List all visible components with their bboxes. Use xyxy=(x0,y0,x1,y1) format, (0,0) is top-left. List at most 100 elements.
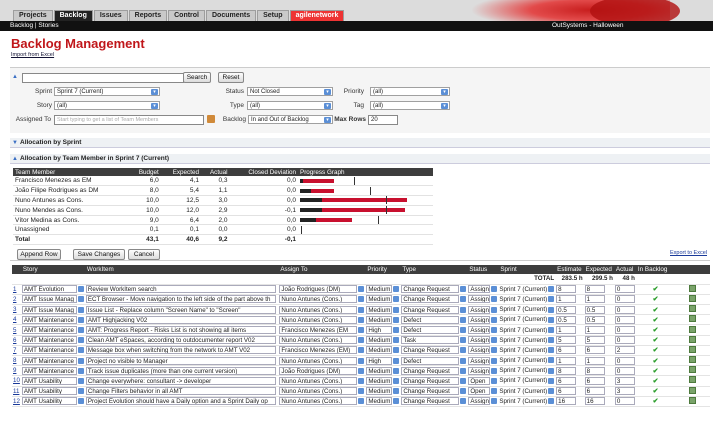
details-icon[interactable] xyxy=(689,376,697,384)
chevron-down-icon[interactable] xyxy=(460,347,467,354)
chevron-down-icon[interactable] xyxy=(491,398,498,405)
type-select[interactable]: Defect xyxy=(401,356,460,365)
priority-select[interactable]: High xyxy=(366,326,393,335)
assignee-select[interactable]: Nuno Antunes (Cons.) xyxy=(279,356,358,365)
status-select[interactable]: Assigned xyxy=(468,346,491,355)
assignee-select[interactable]: Nuno Antunes (Cons.) xyxy=(279,387,358,396)
actual-input[interactable]: 0 xyxy=(614,397,635,406)
story-select[interactable]: AMT Issue Manag xyxy=(21,295,77,304)
priority-select[interactable]: Medium xyxy=(366,376,393,385)
workitem-title-input[interactable]: Issue List - Replace column "Screen Name… xyxy=(85,305,276,314)
priority-select[interactable]: Medium xyxy=(366,366,393,375)
estimate-input[interactable]: 5 xyxy=(556,336,577,345)
actual-input[interactable]: 0 xyxy=(614,336,635,345)
type-select[interactable]: Change Request xyxy=(401,387,460,396)
search-input[interactable] xyxy=(22,73,184,83)
workitem-title-input[interactable]: ECT Browser - Move navigation to the lef… xyxy=(85,295,276,304)
priority-select[interactable]: Medium xyxy=(366,336,393,345)
priority-select[interactable]: Medium xyxy=(366,346,393,355)
search-button[interactable]: Search xyxy=(183,72,211,83)
chevron-down-icon[interactable] xyxy=(77,296,84,303)
details-icon[interactable] xyxy=(689,366,697,374)
actual-input[interactable]: 0 xyxy=(614,366,635,375)
chevron-down-icon[interactable] xyxy=(358,316,365,323)
expected-input[interactable]: 1 xyxy=(584,356,605,365)
chevron-down-icon[interactable] xyxy=(358,377,365,384)
details-icon[interactable] xyxy=(689,305,697,313)
chevron-down-icon[interactable] xyxy=(393,316,400,323)
chevron-down-icon[interactable] xyxy=(393,357,400,364)
workitem-title-input[interactable]: Clean AMT eSpaces, according to outdocum… xyxy=(85,336,276,345)
chevron-down-icon[interactable] xyxy=(77,388,84,395)
actual-input[interactable]: 3 xyxy=(614,376,635,385)
estimate-input[interactable]: 8 xyxy=(556,366,577,375)
check-icon[interactable]: ✔ xyxy=(653,378,659,385)
assignee-select[interactable]: Nuno Antunes (Cons.) xyxy=(279,376,358,385)
save-changes-button[interactable]: Save Changes xyxy=(73,249,125,260)
status-select[interactable]: Assigned xyxy=(468,305,491,314)
row-number[interactable]: 2 xyxy=(12,294,21,306)
type-select[interactable]: Change Request xyxy=(401,305,460,314)
details-icon[interactable] xyxy=(689,356,697,364)
row-number[interactable]: 7 xyxy=(12,345,21,357)
details-icon[interactable] xyxy=(689,294,697,302)
status-select[interactable]: Assigned xyxy=(468,397,491,406)
details-icon[interactable] xyxy=(689,315,697,323)
tab-setup[interactable]: Setup xyxy=(257,10,289,21)
story-select[interactable]: AMT Maintenance xyxy=(21,346,77,355)
chevron-down-icon[interactable] xyxy=(358,327,365,334)
check-icon[interactable]: ✔ xyxy=(653,307,659,314)
section-allocation-by-member[interactable]: ▲ Allocation by Team Member in Sprint 7 (… xyxy=(10,154,710,164)
chevron-down-icon[interactable] xyxy=(491,327,498,334)
sprint-select[interactable]: Sprint 7 (Current) ▾ xyxy=(54,87,160,96)
chevron-down-icon[interactable] xyxy=(358,367,365,374)
chevron-down-icon[interactable] xyxy=(358,296,365,303)
actual-input[interactable]: 0 xyxy=(614,356,635,365)
expected-input[interactable]: 1 xyxy=(584,295,605,304)
type-select[interactable]: Change Request xyxy=(401,346,460,355)
check-icon[interactable]: ✔ xyxy=(653,368,659,375)
status-select[interactable]: Open xyxy=(468,387,491,396)
chevron-down-icon[interactable] xyxy=(358,347,365,354)
chevron-down-icon[interactable] xyxy=(358,398,365,405)
check-icon[interactable]: ✔ xyxy=(653,388,659,395)
check-icon[interactable]: ✔ xyxy=(653,398,659,405)
estimate-input[interactable]: 6 xyxy=(556,387,577,396)
estimate-input[interactable]: 8 xyxy=(556,285,577,294)
story-select[interactable]: AMT Maintenance xyxy=(21,336,77,345)
chevron-down-icon[interactable] xyxy=(491,367,498,374)
row-number[interactable]: 5 xyxy=(12,324,21,336)
chevron-down-icon[interactable] xyxy=(548,316,555,323)
row-number[interactable]: 8 xyxy=(12,355,21,367)
type-select[interactable]: (all) ▾ xyxy=(247,101,333,110)
chevron-down-icon[interactable] xyxy=(358,337,365,344)
cancel-button[interactable]: Cancel xyxy=(128,249,160,260)
estimate-input[interactable]: 0.5 xyxy=(556,305,577,314)
expected-input[interactable]: 0.5 xyxy=(584,315,605,324)
chevron-down-icon[interactable] xyxy=(358,357,365,364)
chevron-down-icon[interactable] xyxy=(77,337,84,344)
status-select[interactable]: Assigned xyxy=(468,366,491,375)
story-select[interactable]: AMT Maintenance xyxy=(21,356,77,365)
team-lookup-icon[interactable] xyxy=(207,115,215,123)
priority-select[interactable]: High xyxy=(366,356,393,365)
chevron-down-icon[interactable] xyxy=(77,327,84,334)
check-icon[interactable]: ✔ xyxy=(653,286,659,293)
assignee-select[interactable]: Nuno Antunes (Cons.) xyxy=(279,315,358,324)
chevron-down-icon[interactable] xyxy=(460,388,467,395)
max-rows-input[interactable]: 20 xyxy=(368,115,398,125)
backlog-select[interactable]: In and Out of Backlog ▾ xyxy=(248,115,333,124)
priority-select[interactable]: Medium xyxy=(366,285,393,294)
type-select[interactable]: Change Request xyxy=(401,295,460,304)
priority-select[interactable]: Medium xyxy=(366,387,393,396)
collapse-icon[interactable]: ▲ xyxy=(12,74,18,80)
chevron-down-icon[interactable] xyxy=(393,377,400,384)
assignee-select[interactable]: Nuno Antunes (Cons.) xyxy=(279,336,358,345)
chevron-down-icon[interactable] xyxy=(460,286,467,293)
expected-input[interactable]: 1 xyxy=(584,326,605,335)
workitem-title-input[interactable]: AMT: Progress Report - Risks List is not… xyxy=(85,326,276,335)
chevron-down-icon[interactable] xyxy=(77,357,84,364)
chevron-down-icon[interactable] xyxy=(491,377,498,384)
story-select[interactable]: AMT Issue Manag xyxy=(21,305,77,314)
check-icon[interactable]: ✔ xyxy=(653,296,659,303)
